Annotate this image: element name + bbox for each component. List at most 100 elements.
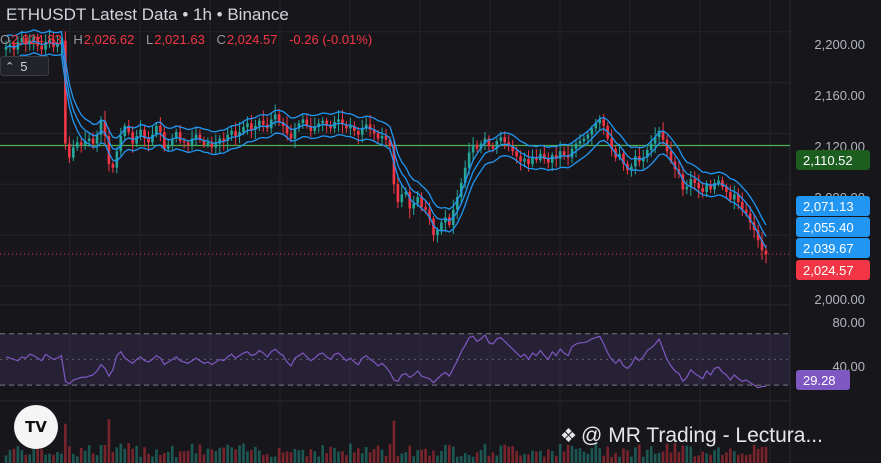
candle-body [135,135,138,144]
volume-bar [64,423,67,463]
volume-bar [721,454,724,463]
volume-bar [503,444,507,463]
candle-body [214,143,218,148]
volume-bar [242,443,245,463]
volume-bar [681,445,685,463]
volume-bar [586,453,590,463]
volume-bar [653,453,657,463]
candle-body [261,120,265,125]
candle-body [471,144,475,153]
volume-bar [317,456,321,463]
volume-bar [87,445,91,463]
candle-body [111,163,115,168]
volume-bar [519,455,522,463]
candle-body [218,138,222,144]
volume-bar [630,456,633,463]
volume-bar [210,449,214,463]
volume-bar [495,455,499,463]
volume-bar [182,451,186,463]
volume-bar [641,456,645,463]
volume-bar [590,448,594,463]
chevron-up-icon: ⌃ [5,60,15,73]
volume-bar [574,448,578,463]
volume-bar [353,452,356,463]
candle-body [503,137,507,143]
volume-bar [729,448,732,463]
volume-bar [151,456,154,463]
indicators-toggle-button[interactable]: ⌃ 5 [0,56,49,76]
volume-bar [56,452,59,463]
volume-bar [424,448,427,463]
candle-body [313,127,317,131]
volume-bar [258,450,261,463]
candle-body [586,134,590,139]
candle-body [206,142,210,145]
volume-bar [238,445,241,463]
candle-body [590,128,594,135]
volume-bar [131,448,134,463]
volume-bar [166,452,170,463]
candle-body [356,130,360,135]
volume-bar [733,451,736,463]
volume-bar [602,455,606,463]
volume-bar [265,454,269,463]
volume-bar [515,450,518,463]
volume-bar [349,443,352,463]
volume-bar [400,453,404,463]
candle-body [424,207,427,210]
volume-bar [95,455,99,463]
rsi-band [0,333,790,386]
volume-bar [634,447,637,463]
candle-body [697,183,701,189]
volume-bar [507,446,511,463]
open-key: O [0,32,11,47]
candle-body [79,142,83,145]
volume-bar [230,447,233,463]
volume-bar [297,450,301,463]
volume-bar [226,444,229,463]
volume-bar [380,449,384,463]
tradingview-logo[interactable]: TV [14,405,58,449]
volume-bar [198,444,202,463]
volume-bar [511,446,514,463]
volume-bar [111,451,115,463]
volume-bar [736,454,740,463]
candle-body [396,184,400,203]
volume-bar [301,449,305,463]
diamond-icon: ❖ [560,426,578,447]
volume-bar [273,456,277,463]
volume-bar [44,454,47,463]
volume-bar [372,449,376,463]
volume-bar [491,452,495,463]
high-value: 2,026.62 [83,32,135,47]
candle-body [277,114,281,122]
last-price-tag: 2,024.57 [796,260,870,280]
volume-bar [99,444,103,463]
volume-bar [135,445,138,463]
volume-bar [52,454,55,463]
volume-bar [305,456,309,463]
candle-body [293,128,297,139]
price-chart[interactable] [0,0,881,463]
volume-bar [28,454,32,463]
candle-body [182,141,186,143]
candle-body [166,144,170,149]
price-axis-label: 2,200.00 [814,37,865,52]
volume-bar [313,451,317,463]
volume-bar [392,420,396,463]
candle-body [440,222,443,231]
volume-bar [20,450,24,463]
volume-bar [368,452,372,463]
volume-bar [147,453,150,463]
volume-bar [570,445,574,463]
volume-bar [60,453,63,463]
volume-bar [254,446,257,463]
volume-bar [376,445,380,463]
candle-body [178,132,182,142]
volume-bar [127,443,131,463]
candle-body [701,188,704,192]
horizontal-line-price-tag: 2,110.52 [796,150,870,170]
candle-body [685,186,689,190]
volume-bar [740,453,744,463]
candle-body [527,158,530,164]
